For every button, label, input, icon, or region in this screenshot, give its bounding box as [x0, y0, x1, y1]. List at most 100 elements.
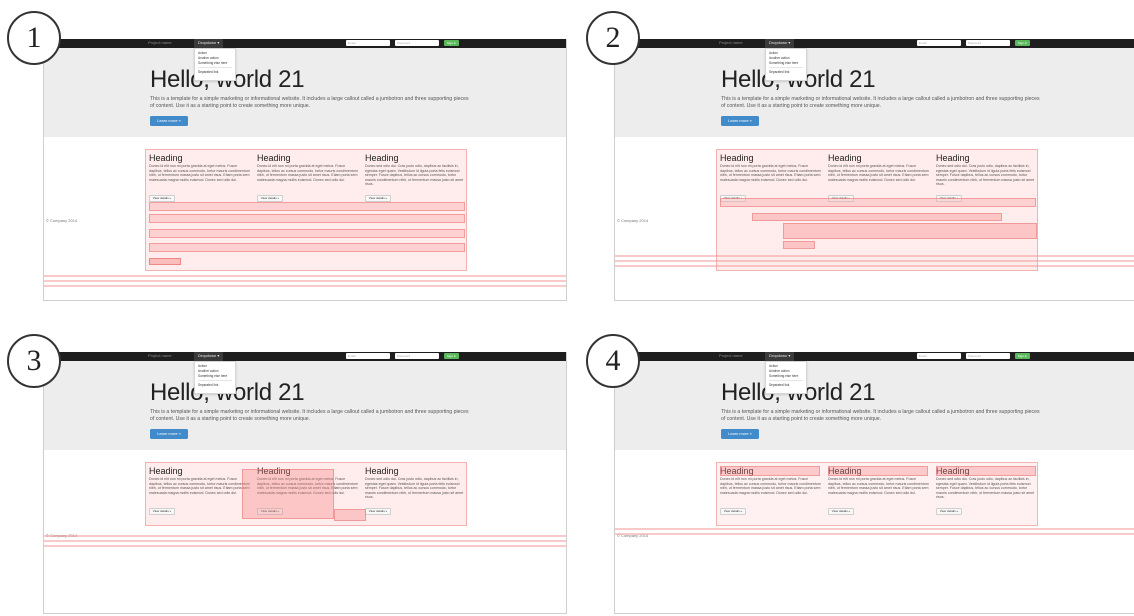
- column-3: Heading Donec sed odio dui. Cras justo o…: [936, 153, 1038, 202]
- highlight-block: [334, 509, 366, 521]
- content-container-highlight: Heading Donec id elit non mi porta gravi…: [145, 149, 467, 271]
- column-text: Donec sed odio dui. Cras justo odio, dap…: [936, 164, 1035, 187]
- signin-button[interactable]: Sign in: [444, 353, 459, 359]
- footer-copyright: © Company 2014: [617, 218, 649, 223]
- step-badge-3: 3: [7, 334, 61, 388]
- menu-divider: [198, 380, 232, 381]
- email-field[interactable]: Email: [917, 353, 961, 359]
- content-container-highlight: Heading Donec id elit non mi porta gravi…: [716, 462, 1038, 526]
- column-1: Heading Donec id elit non mi porta gravi…: [149, 466, 251, 515]
- column-heading: Heading: [720, 153, 754, 163]
- highlight-band: [44, 275, 566, 277]
- view-details-button[interactable]: View details »: [936, 508, 962, 515]
- jumbotron: Hello, world 21 This is a template for a…: [44, 361, 566, 450]
- column-heading: Heading: [257, 153, 291, 163]
- jumbotron-description: This is a template for a simple marketin…: [150, 409, 469, 422]
- view-details-button[interactable]: View details »: [828, 508, 854, 515]
- highlight-row: [149, 214, 465, 223]
- navbar: Project name Dropdown ▾ Email Password S…: [44, 352, 566, 361]
- navbar-brand[interactable]: Project name: [719, 353, 743, 358]
- dropdown-toggle[interactable]: Dropdown ▾: [194, 352, 224, 361]
- email-field[interactable]: Email: [346, 353, 390, 359]
- column-text: Donec sed odio dui. Cras justo odio, dap…: [365, 164, 464, 187]
- password-field[interactable]: Password: [395, 40, 439, 46]
- learn-more-button[interactable]: Learn more »: [721, 429, 759, 439]
- email-field[interactable]: Email: [917, 40, 961, 46]
- highlight-row: [149, 229, 465, 238]
- highlight-block: [828, 466, 928, 476]
- jumbotron-description: This is a template for a simple marketin…: [150, 96, 469, 109]
- view-details-button[interactable]: View details »: [365, 195, 391, 202]
- column-text: Donec id elit non mi porta gravida at eg…: [828, 164, 929, 182]
- highlight-band: [44, 545, 566, 547]
- highlight-band: [615, 265, 1134, 267]
- step-badge-4: 4: [586, 334, 640, 388]
- highlight-band: [615, 528, 1134, 530]
- menu-item-separated-link[interactable]: Separated link: [769, 383, 803, 388]
- dropdown-menu: Action Another action Something else her…: [765, 361, 807, 394]
- column-text: Donec sed odio dui. Cras justo odio, dap…: [936, 477, 1035, 500]
- menu-item-separated-link[interactable]: Separated link: [769, 70, 803, 75]
- navbar: Project name Dropdown ▾ Email Password S…: [615, 352, 1134, 361]
- highlight-block: [242, 469, 334, 519]
- dropdown-menu: Action Another action Something else her…: [194, 361, 236, 394]
- menu-item-something-else[interactable]: Something else here: [198, 374, 232, 379]
- navbar-brand[interactable]: Project name: [148, 353, 172, 358]
- signin-button[interactable]: Sign in: [1015, 40, 1030, 46]
- highlight-row: [149, 243, 465, 252]
- navbar-brand[interactable]: Project name: [719, 40, 743, 45]
- menu-item-separated-link[interactable]: Separated link: [198, 383, 232, 388]
- dropdown-toggle[interactable]: Dropdown ▾: [765, 39, 795, 48]
- column-heading: Heading: [936, 153, 970, 163]
- password-field[interactable]: Password: [966, 353, 1010, 359]
- column-3: Heading Donec sed odio dui. Cras justo o…: [365, 466, 467, 515]
- jumbotron: Hello, world 21 This is a template for a…: [44, 48, 566, 137]
- learn-more-button[interactable]: Learn more »: [150, 429, 188, 439]
- menu-item-something-else[interactable]: Something else here: [769, 374, 803, 379]
- step-badge-1: 1: [7, 11, 61, 65]
- highlight-band: [615, 260, 1134, 262]
- content-container-highlight: Heading Donec id elit non mi porta gravi…: [716, 149, 1038, 271]
- highlight-band: [615, 255, 1134, 257]
- jumbotron: Hello, world 21 This is a template for a…: [615, 48, 1134, 137]
- navbar: Project name Dropdown ▾ Email Password S…: [615, 39, 1134, 48]
- footer-copyright: © Company 2014: [46, 218, 78, 223]
- menu-item-separated-link[interactable]: Separated link: [198, 70, 232, 75]
- column-1: Heading Donec id elit non mi porta gravi…: [149, 153, 251, 202]
- screenshot-panel-1: Project name Dropdown ▾ Email Password S…: [43, 39, 567, 301]
- column-text: Donec id elit non mi porta gravida at eg…: [828, 477, 929, 495]
- password-field[interactable]: Password: [966, 40, 1010, 46]
- signin-button[interactable]: Sign in: [444, 40, 459, 46]
- column-heading: Heading: [149, 466, 183, 476]
- view-details-button[interactable]: View details »: [365, 508, 391, 515]
- screenshot-panel-3: Project name Dropdown ▾ Email Password S…: [43, 352, 567, 614]
- view-details-button[interactable]: View details »: [720, 508, 746, 515]
- menu-item-something-else[interactable]: Something else here: [198, 61, 232, 66]
- dropdown-toggle[interactable]: Dropdown ▾: [765, 352, 795, 361]
- learn-more-button[interactable]: Learn more »: [721, 116, 759, 126]
- email-field[interactable]: Email: [346, 40, 390, 46]
- highlight-band: [44, 285, 566, 287]
- navbar-brand[interactable]: Project name: [148, 40, 172, 45]
- content-container-highlight: Heading Donec id elit non mi porta gravi…: [145, 462, 467, 526]
- column-text: Donec id elit non mi porta gravida at eg…: [257, 164, 358, 182]
- menu-item-something-else[interactable]: Something else here: [769, 61, 803, 66]
- password-field[interactable]: Password: [395, 353, 439, 359]
- column-1: Heading Donec id elit non mi porta gravi…: [720, 153, 822, 202]
- learn-more-button[interactable]: Learn more »: [150, 116, 188, 126]
- dropdown-toggle[interactable]: Dropdown ▾: [194, 39, 224, 48]
- menu-divider: [198, 67, 232, 68]
- column-text: Donec id elit non mi porta gravida at eg…: [720, 164, 821, 182]
- column-heading: Heading: [149, 153, 183, 163]
- column-2: Heading Donec id elit non mi porta gravi…: [828, 153, 930, 202]
- highlight-block: [783, 223, 1037, 239]
- column-heading: Heading: [365, 153, 399, 163]
- view-details-button[interactable]: View details »: [257, 195, 283, 202]
- view-details-button[interactable]: View details »: [149, 195, 175, 202]
- highlight-block: [720, 466, 820, 476]
- signin-button[interactable]: Sign in: [1015, 353, 1030, 359]
- jumbotron-description: This is a template for a simple marketin…: [721, 96, 1040, 109]
- view-details-button[interactable]: View details »: [149, 508, 175, 515]
- dropdown-menu: Action Another action Something else her…: [765, 48, 807, 81]
- menu-divider: [769, 67, 803, 68]
